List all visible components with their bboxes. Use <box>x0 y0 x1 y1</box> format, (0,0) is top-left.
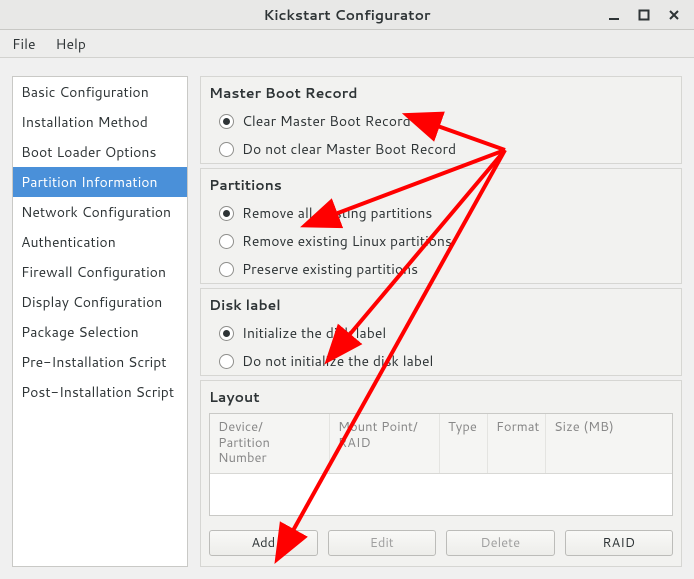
radio-icon <box>219 234 234 249</box>
radio-label: Remove existing Linux partitions <box>242 231 452 251</box>
sidebar-item-display-configuration[interactable]: Display Configuration <box>13 287 187 317</box>
layout-buttons: Add Edit Delete RAID <box>201 524 681 566</box>
col-device[interactable]: Device/ Partition Number <box>210 414 330 473</box>
radio-icon <box>219 114 234 129</box>
sidebar-item-basic-configuration[interactable]: Basic Configuration <box>13 77 187 107</box>
sidebar-item-installation-method[interactable]: Installation Method <box>13 107 187 137</box>
radio-parts-removelinux[interactable]: Remove existing Linux partitions <box>201 227 681 255</box>
sidebar-item-pre-installation-script[interactable]: Pre-Installation Script <box>13 347 187 377</box>
main-panel: Master Boot Record Clear Master Boot Rec… <box>200 76 682 567</box>
radio-parts-removeall[interactable]: Remove all existing partitions <box>201 199 681 227</box>
edit-button[interactable]: Edit <box>328 530 437 556</box>
menu-file[interactable]: File <box>4 31 44 57</box>
sidebar-item-boot-loader-options[interactable]: Boot Loader Options <box>13 137 187 167</box>
raid-button[interactable]: RAID <box>565 530 674 556</box>
sidebar-item-authentication[interactable]: Authentication <box>13 227 187 257</box>
sidebar-item-network-configuration[interactable]: Network Configuration <box>13 197 187 227</box>
radio-label: Preserve existing partitions <box>242 259 418 279</box>
layout-table: Device/ Partition Number Mount Point/ RA… <box>209 413 673 516</box>
group-layout: Layout Device/ Partition Number Mount Po… <box>200 380 682 567</box>
group-title-disklabel: Disk label <box>201 289 681 319</box>
sidebar: Basic ConfigurationInstallation MethodBo… <box>12 76 188 567</box>
sidebar-item-post-installation-script[interactable]: Post-Installation Script <box>13 377 187 407</box>
radio-icon <box>219 142 234 157</box>
menubar: File Help <box>0 30 694 58</box>
radio-label: Initialize the disk label <box>242 323 386 343</box>
group-title-mbr: Master Boot Record <box>201 77 681 107</box>
radio-icon <box>219 354 234 369</box>
group-title-partitions: Partitions <box>201 169 681 199</box>
radio-icon <box>219 206 234 221</box>
radio-icon <box>219 262 234 277</box>
col-size[interactable]: Size (MB) <box>546 414 672 473</box>
radio-label: Clear Master Boot Record <box>242 111 411 131</box>
group-title-layout: Layout <box>201 381 681 413</box>
col-format[interactable]: Format <box>488 414 546 473</box>
sidebar-item-firewall-configuration[interactable]: Firewall Configuration <box>13 257 187 287</box>
radio-mbr-clear[interactable]: Clear Master Boot Record <box>201 107 681 135</box>
add-button[interactable]: Add <box>209 530 318 556</box>
radio-icon <box>219 326 234 341</box>
col-type[interactable]: Type <box>440 414 488 473</box>
sidebar-item-partition-information[interactable]: Partition Information <box>13 167 187 197</box>
radio-disk-init[interactable]: Initialize the disk label <box>201 319 681 347</box>
menu-help[interactable]: Help <box>48 31 94 57</box>
radio-disk-noinit[interactable]: Do not initialize the disk label <box>201 347 681 375</box>
content-area: Basic ConfigurationInstallation MethodBo… <box>0 58 694 579</box>
table-body <box>210 474 672 515</box>
table-header: Device/ Partition Number Mount Point/ RA… <box>210 414 672 474</box>
window-title: Kickstart Configurator <box>0 5 694 25</box>
radio-label: Do not initialize the disk label <box>242 351 433 371</box>
titlebar: Kickstart Configurator <box>0 0 694 30</box>
radio-label: Do not clear Master Boot Record <box>242 139 456 159</box>
col-mount[interactable]: Mount Point/ RAID <box>330 414 440 473</box>
group-partitions: Partitions Remove all existing partition… <box>200 168 682 284</box>
radio-label: Remove all existing partitions <box>242 203 432 223</box>
delete-button[interactable]: Delete <box>446 530 555 556</box>
radio-parts-preserve[interactable]: Preserve existing partitions <box>201 255 681 283</box>
sidebar-item-package-selection[interactable]: Package Selection <box>13 317 187 347</box>
radio-mbr-noclear[interactable]: Do not clear Master Boot Record <box>201 135 681 163</box>
group-mbr: Master Boot Record Clear Master Boot Rec… <box>200 76 682 164</box>
group-disklabel: Disk label Initialize the disk label Do … <box>200 288 682 376</box>
